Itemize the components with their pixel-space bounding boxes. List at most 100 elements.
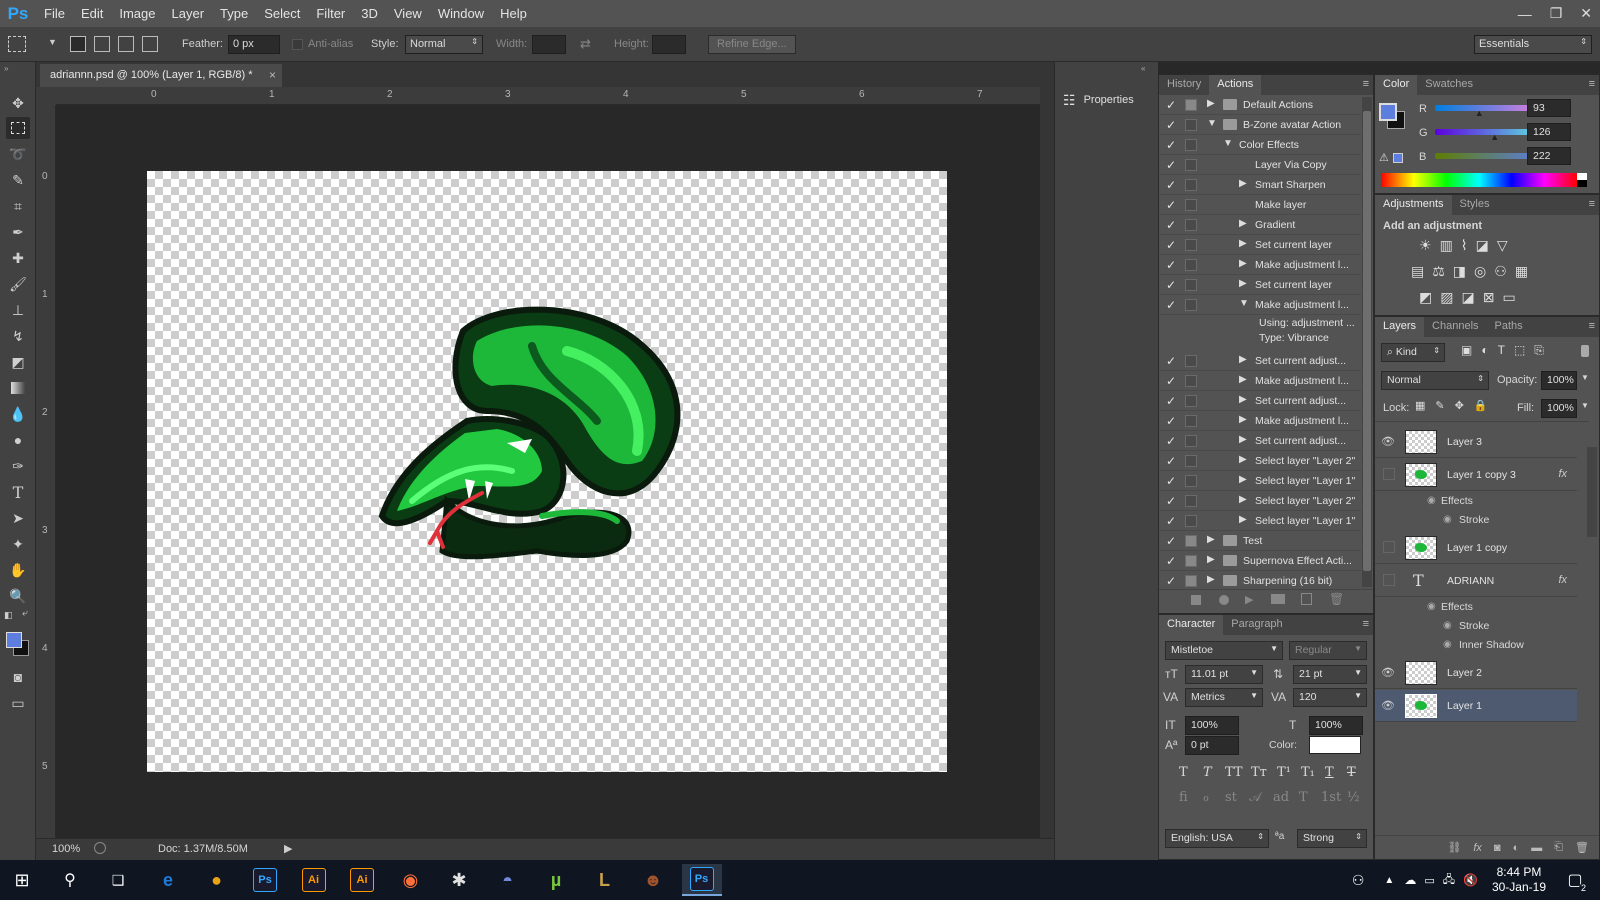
red-value-input[interactable]: 93: [1527, 99, 1571, 117]
action-row[interactable]: ✓ ▶ Make adjustment l...: [1159, 411, 1361, 431]
action-toggle-check-icon[interactable]: ✓: [1166, 434, 1176, 448]
vertical-scale-input[interactable]: 100%: [1185, 716, 1239, 735]
action-toggle-check-icon[interactable]: ✓: [1166, 474, 1176, 488]
document-close-icon[interactable]: ×: [269, 68, 276, 82]
action-toggle-check-icon[interactable]: ✓: [1166, 218, 1176, 232]
dialog-toggle[interactable]: [1185, 119, 1197, 131]
expand-right-icon[interactable]: ▶: [1239, 238, 1247, 249]
dialog-toggle[interactable]: [1185, 475, 1197, 487]
threshold-icon[interactable]: ◪: [1461, 289, 1474, 306]
faux-bold-button[interactable]: T: [1179, 765, 1188, 780]
blue-value-input[interactable]: 222: [1527, 147, 1571, 165]
tab-styles[interactable]: Styles: [1452, 195, 1498, 215]
blur-tool-icon[interactable]: 💧: [6, 403, 30, 425]
layer-effects-icon[interactable]: fx: [1558, 574, 1567, 586]
healing-brush-tool-icon[interactable]: ✚: [6, 247, 30, 269]
layer-row[interactable]: 👁 Layer 2: [1375, 657, 1577, 689]
lock-all-icon[interactable]: 🔒: [1474, 399, 1488, 412]
delete-action-icon[interactable]: 🗑: [1329, 592, 1344, 606]
width-input[interactable]: [532, 35, 566, 54]
action-row[interactable]: ✓ ▶ Select layer "Layer 2": [1159, 451, 1361, 471]
quick-selection-tool-icon[interactable]: ✎: [6, 169, 30, 191]
action-row[interactable]: ✓ ▶ Set current layer: [1159, 275, 1361, 295]
stylistic-alternates-button[interactable]: ad: [1273, 790, 1289, 805]
dialog-toggle[interactable]: [1185, 279, 1197, 291]
visibility-toggle[interactable]: [1383, 574, 1395, 586]
dialog-toggle[interactable]: [1185, 259, 1197, 271]
record-icon[interactable]: [1219, 595, 1229, 605]
visibility-eye-icon[interactable]: 👁: [1381, 699, 1395, 712]
preset-dropdown-icon[interactable]: ▼: [48, 37, 57, 47]
expand-right-icon[interactable]: ▶: [1207, 534, 1215, 545]
action-toggle-check-icon[interactable]: ✓: [1166, 258, 1176, 272]
add-mask-icon[interactable]: ◙: [1494, 842, 1501, 854]
taskbar-edge-icon[interactable]: e: [148, 864, 188, 896]
new-set-icon[interactable]: [1271, 594, 1285, 604]
taskbar-utorrent-icon[interactable]: µ: [536, 864, 576, 896]
actions-panel-menu-icon[interactable]: ≡: [1363, 78, 1369, 90]
text-color-swatch[interactable]: [1309, 736, 1361, 754]
all-caps-button[interactable]: TT: [1225, 765, 1243, 780]
tab-actions[interactable]: Actions: [1209, 75, 1262, 95]
layer-row[interactable]: 👁 Layer 1: [1375, 690, 1577, 722]
ligatures-button[interactable]: fi: [1179, 790, 1188, 805]
taskbar-league-icon[interactable]: L: [585, 864, 625, 896]
custom-shape-tool-icon[interactable]: ✦: [6, 533, 30, 555]
effect-row[interactable]: ◉ Inner Shadow: [1375, 636, 1577, 655]
expand-right-icon[interactable]: ▶: [1239, 354, 1247, 365]
action-toggle-check-icon[interactable]: ✓: [1166, 158, 1176, 172]
battery-icon[interactable]: ▭: [1424, 874, 1434, 887]
expand-right-icon[interactable]: ▶: [1239, 258, 1247, 269]
fill-dropdown-icon[interactable]: ▼: [1581, 401, 1589, 410]
rectangular-marquee-tool-icon[interactable]: [6, 117, 30, 139]
taskbar-game-app-icon[interactable]: ☻: [633, 864, 673, 896]
action-toggle-check-icon[interactable]: ✓: [1166, 298, 1176, 312]
taskbar-chrome-icon[interactable]: ●: [197, 864, 237, 896]
pen-tool-icon[interactable]: ✑: [6, 455, 30, 477]
dialog-toggle[interactable]: [1185, 355, 1197, 367]
ordinals-button[interactable]: 1st: [1321, 790, 1341, 805]
dialog-toggle[interactable]: [1185, 495, 1197, 507]
hue-saturation-icon[interactable]: ▤: [1411, 263, 1424, 280]
layer-effects-icon[interactable]: fx: [1558, 468, 1567, 480]
action-row[interactable]: ✓ ▶ Make adjustment l...: [1159, 371, 1361, 391]
dialog-toggle[interactable]: [1185, 299, 1197, 311]
exposure-icon[interactable]: ◪: [1476, 237, 1489, 254]
superscript-button[interactable]: T¹: [1277, 765, 1291, 780]
action-toggle-check-icon[interactable]: ✓: [1166, 394, 1176, 408]
expand-right-icon[interactable]: ▶: [1239, 454, 1247, 465]
expand-right-icon[interactable]: ▶: [1239, 374, 1247, 385]
invert-icon[interactable]: ◩: [1419, 289, 1432, 306]
action-row[interactable]: ✓ ▶ Select layer "Layer 1": [1159, 511, 1361, 531]
tab-paragraph[interactable]: Paragraph: [1223, 615, 1290, 635]
expand-right-icon[interactable]: ▶: [1239, 394, 1247, 405]
levels-icon[interactable]: ▥: [1440, 237, 1453, 254]
underline-button[interactable]: T: [1325, 765, 1334, 780]
action-toggle-check-icon[interactable]: ✓: [1166, 198, 1176, 212]
layer-name[interactable]: ADRIANN: [1447, 575, 1494, 587]
small-caps-button[interactable]: Tт: [1251, 765, 1267, 780]
filter-toggle-switch[interactable]: [1581, 345, 1589, 357]
actions-scrollbar[interactable]: [1362, 97, 1372, 587]
add-layer-style-icon[interactable]: fx: [1473, 842, 1482, 854]
search-icon[interactable]: ⚲: [50, 864, 90, 896]
effect-row[interactable]: ◉ Stroke: [1375, 617, 1577, 636]
dialog-toggle[interactable]: [1185, 395, 1197, 407]
canvas-vertical-scrollbar[interactable]: [1040, 87, 1054, 838]
eraser-tool-icon[interactable]: ◩: [6, 351, 30, 373]
tab-history[interactable]: History: [1159, 75, 1209, 95]
swap-colors-icon[interactable]: ⤶: [22, 608, 28, 619]
effect-visibility-icon[interactable]: ◉: [1443, 514, 1452, 525]
menu-layer[interactable]: Layer: [164, 0, 213, 27]
tab-paths[interactable]: Paths: [1487, 317, 1531, 337]
swap-dimensions-icon[interactable]: ⇄: [580, 36, 591, 52]
collapse-toolbar-icon[interactable]: »: [4, 64, 8, 73]
clone-stamp-tool-icon[interactable]: ⊥: [6, 299, 30, 321]
curves-icon[interactable]: ⌇: [1461, 237, 1468, 254]
dialog-toggle[interactable]: [1185, 159, 1197, 171]
dialog-toggle[interactable]: [1185, 219, 1197, 231]
menu-view[interactable]: View: [386, 0, 430, 27]
effect-visibility-icon[interactable]: ◉: [1443, 620, 1452, 631]
play-icon[interactable]: ▶: [1245, 593, 1253, 606]
expand-right-icon[interactable]: ▶: [1239, 178, 1247, 189]
